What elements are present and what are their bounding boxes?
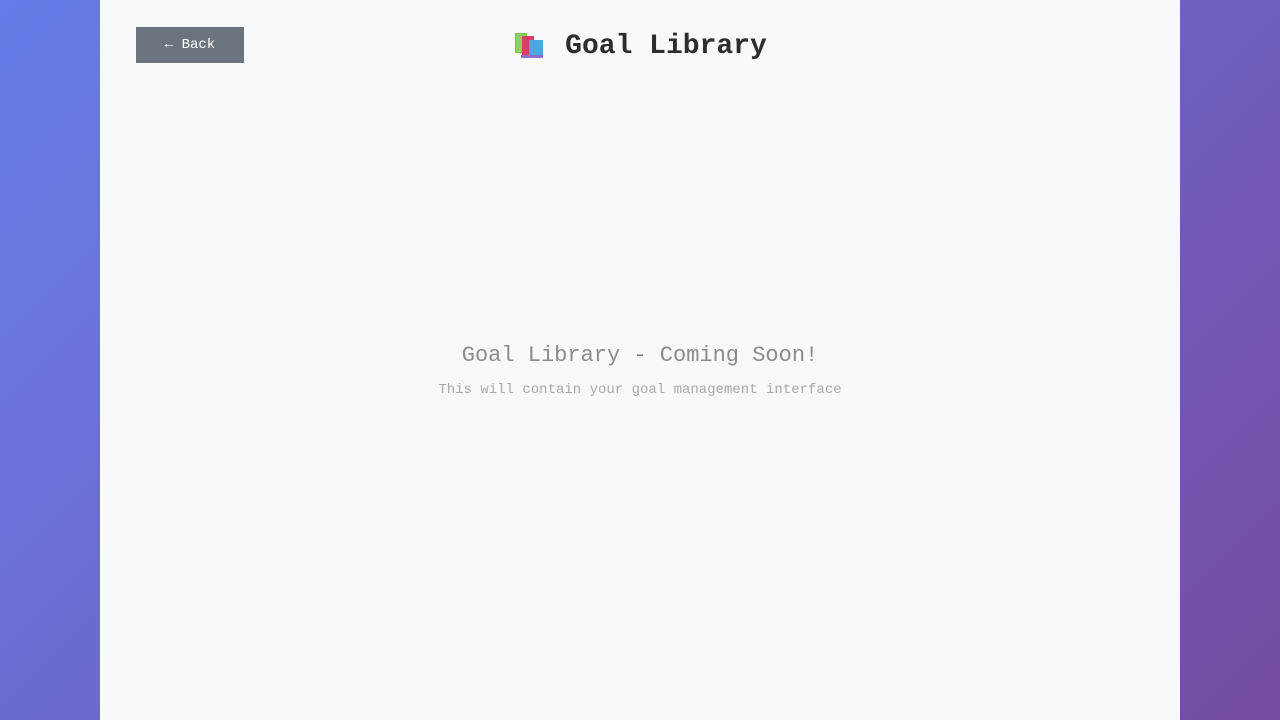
placeholder-content: Goal Library - Coming Soon! This will co… <box>100 343 1180 398</box>
page-header: Goal Library <box>100 26 1180 66</box>
page-title: Goal Library <box>565 30 767 62</box>
books-icon <box>513 31 545 61</box>
placeholder-description: This will contain your goal management i… <box>438 382 842 398</box>
coming-soon-heading: Goal Library - Coming Soon! <box>461 343 819 368</box>
main-panel: ← Back Goal Library Goal Library - Comin… <box>100 0 1180 720</box>
